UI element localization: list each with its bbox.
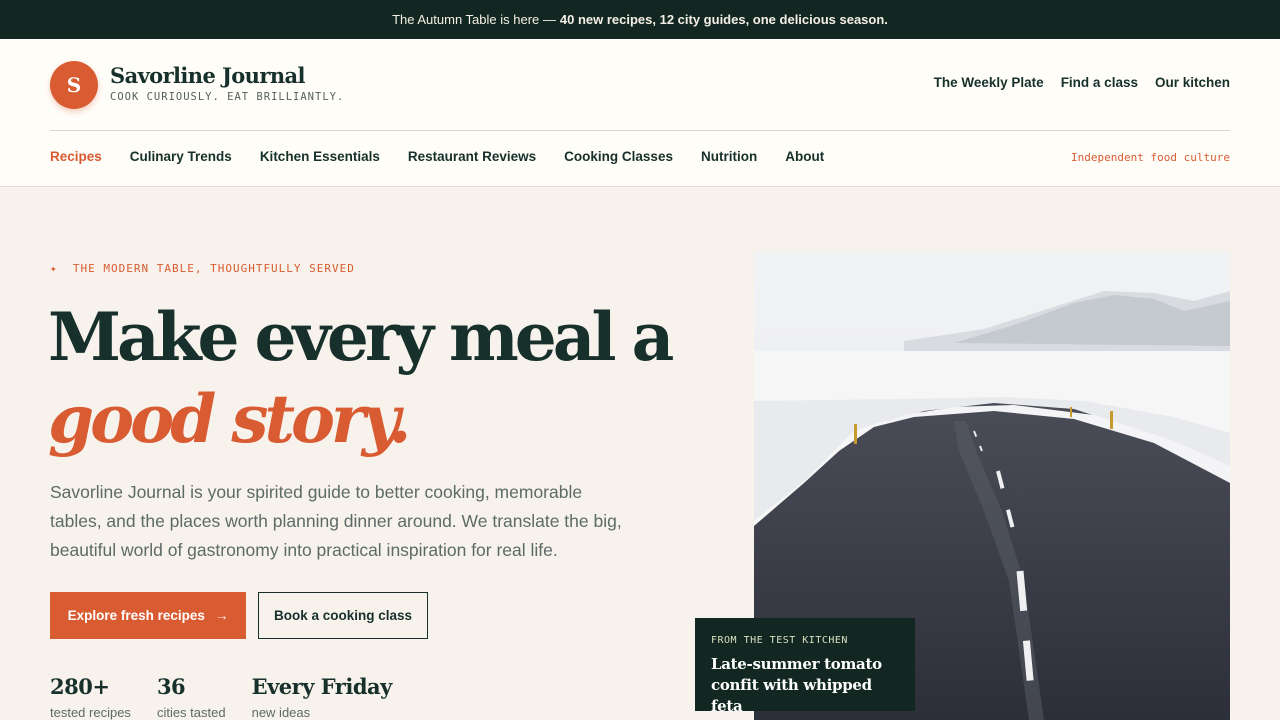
- nav-item-about[interactable]: About: [785, 149, 824, 164]
- stat-cities: 36 cities tasted: [157, 674, 226, 720]
- hero-eyebrow-text: THE MODERN TABLE, THOUGHTFULLY SERVED: [72, 262, 355, 275]
- nav-item-cooking-classes[interactable]: Cooking Classes: [564, 149, 673, 164]
- sparkle-icon: ✦: [50, 262, 58, 275]
- stat-value: Every Friday: [251, 674, 393, 699]
- utility-link-find-class[interactable]: Find a class: [1061, 75, 1138, 90]
- stat-frequency: Every Friday new ideas: [251, 674, 393, 720]
- book-class-label: Book a cooking class: [273, 608, 413, 623]
- stat-label: new ideas: [251, 705, 311, 720]
- site-header: S Savorline Journal COOK CURIOUSLY. EAT …: [0, 39, 1280, 187]
- book-class-button[interactable]: Book a cooking class: [258, 592, 428, 639]
- utility-link-our-kitchen[interactable]: Our kitchen: [1155, 75, 1230, 90]
- nav-item-nutrition[interactable]: Nutrition: [701, 149, 757, 164]
- hero-title-line1: Make every meal a: [48, 298, 674, 376]
- announcement-highlight: 40 new recipes, 12 city guides, one deli…: [559, 12, 888, 27]
- utility-nav: The Weekly Plate Find a class Our kitche…: [934, 75, 1230, 90]
- hero-title-line2: good story.: [48, 380, 412, 458]
- nav-item-recipes[interactable]: Recipes: [50, 149, 102, 164]
- feature-card-eyebrow: FROM THE TEST KITCHEN: [711, 635, 848, 646]
- explore-recipes-label: Explore fresh recipes: [67, 608, 205, 623]
- announcement-bar: The Autumn Table is here — 40 new recipe…: [0, 0, 1280, 39]
- hero-eyebrow: ✦ THE MODERN TABLE, THOUGHTFULLY SERVED: [50, 262, 355, 275]
- main-nav: Recipes Culinary Trends Kitchen Essentia…: [50, 149, 824, 164]
- nav-item-culinary-trends[interactable]: Culinary Trends: [130, 149, 232, 164]
- stat-label: tested recipes: [50, 705, 131, 720]
- stat-value: 36: [156, 674, 186, 699]
- announcement-lead: The Autumn Table is here —: [392, 12, 556, 27]
- stat-value: 280+: [50, 674, 110, 699]
- hero-title: Make every meal a good story.: [48, 296, 708, 460]
- stat-label: cities tasted: [156, 705, 226, 720]
- explore-recipes-button[interactable]: Explore fresh recipes →: [50, 592, 246, 639]
- logo-mark[interactable]: S: [50, 61, 98, 109]
- brand-tagline: COOK CURIOUSLY. EAT BRILLIANTLY.: [110, 91, 345, 103]
- feature-card[interactable]: FROM THE TEST KITCHEN Late-summer tomato…: [695, 618, 915, 715]
- brand-name[interactable]: Savorline Journal: [110, 63, 305, 88]
- utility-link-weekly-plate[interactable]: The Weekly Plate: [934, 75, 1044, 90]
- hero-description: Savorline Journal is your spirited guide…: [50, 482, 622, 560]
- hero-stats: 280+ tested recipes 36 cities tasted Eve…: [50, 674, 418, 720]
- stat-recipes: 280+ tested recipes: [50, 674, 131, 720]
- brand-row: S Savorline Journal COOK CURIOUSLY. EAT …: [50, 39, 1230, 131]
- nav-item-restaurant-reviews[interactable]: Restaurant Reviews: [408, 149, 536, 164]
- nav-note: Independent food culture: [1071, 151, 1230, 164]
- arrow-right-icon: →: [214, 608, 229, 623]
- nav-item-kitchen-essentials[interactable]: Kitchen Essentials: [260, 149, 380, 164]
- feature-card-title: Late-summer tomato confit with whipped f…: [711, 655, 882, 715]
